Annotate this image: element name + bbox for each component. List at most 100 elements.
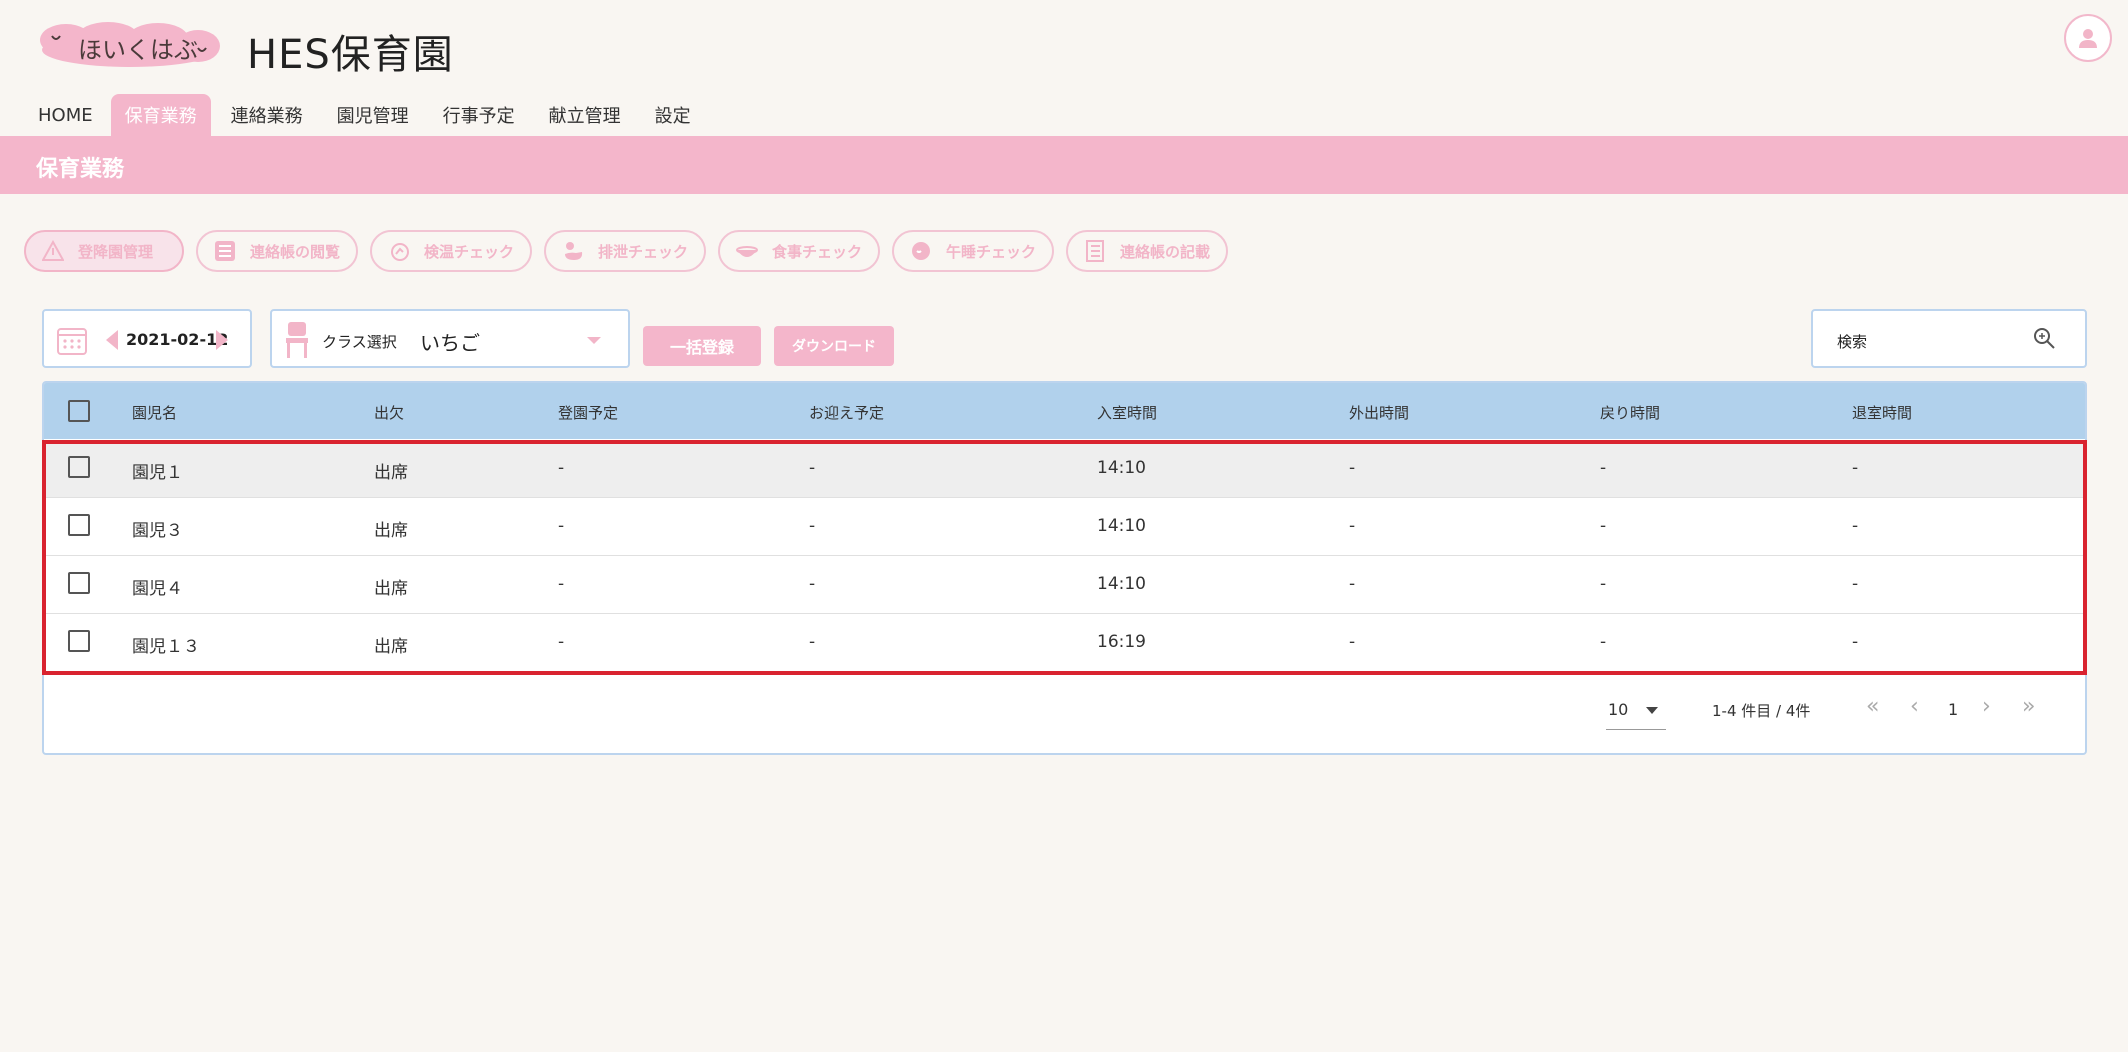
prev-date-button[interactable] (106, 330, 118, 350)
table-row[interactable]: 園児４ 出席 - - 14:10 - - - (44, 556, 2085, 614)
row-checkbox[interactable] (68, 630, 90, 652)
meal-check-button[interactable]: 食事チェック (718, 230, 880, 272)
bowl-icon (736, 246, 758, 257)
pickup-plan: - (809, 516, 816, 536)
row-checkbox[interactable] (68, 514, 90, 536)
entry-time: 16:19 (1097, 632, 1146, 652)
column-header[interactable]: 外出時間 (1349, 402, 1409, 423)
arrival-plan: - (558, 458, 565, 478)
date-picker[interactable]: 2021-02-12 (42, 309, 252, 368)
pickup-plan: - (809, 458, 816, 478)
notebook-icon (1086, 240, 1104, 262)
nav-communication[interactable]: 連絡業務 (217, 94, 317, 136)
back-time: - (1600, 516, 1607, 536)
attendance: 出席 (374, 579, 408, 599)
pickup-plan: - (809, 632, 816, 652)
column-header[interactable]: 登園予定 (558, 402, 618, 423)
nav-childcare[interactable]: 保育業務 (110, 94, 211, 136)
search-field[interactable]: 検索 (1811, 309, 2087, 368)
section-title: 保育業務 (36, 157, 125, 182)
column-header[interactable]: 退室時間 (1852, 402, 1912, 423)
back-time: - (1600, 632, 1607, 652)
section-header: 保育業務 (0, 136, 2128, 194)
nav-settings[interactable]: 設定 (641, 94, 705, 136)
table-row[interactable]: 園児１３ 出席 - - 16:19 - - - (44, 614, 2085, 672)
current-page: 1 (1948, 700, 1959, 719)
entry-time: 14:10 (1097, 516, 1146, 536)
attendance: 出席 (374, 463, 408, 483)
attendance-management-button[interactable]: 登降園管理 (24, 230, 184, 272)
search-icon[interactable] (2033, 327, 2057, 351)
pagination-range: 1-4 件目 / 4件 (1712, 702, 1811, 720)
exit-time: - (1852, 574, 1859, 594)
nav-child-management[interactable]: 園児管理 (323, 94, 423, 136)
out-time: - (1349, 632, 1356, 652)
toilet-check-button[interactable]: 排泄チェック (544, 230, 706, 272)
write-notebook-button[interactable]: 連絡帳の記載 (1066, 230, 1228, 272)
child-name: 園児３ (132, 521, 183, 541)
user-avatar-button[interactable] (2064, 14, 2112, 62)
list-icon (215, 241, 235, 261)
out-time: - (1349, 458, 1356, 478)
entry-time: 14:10 (1097, 574, 1146, 594)
table-row[interactable]: 園児１ 出席 - - 14:10 - - - (44, 440, 2085, 498)
child-name: 園児１ (132, 463, 183, 483)
table-row[interactable]: 園児３ 出席 - - 14:10 - - - (44, 498, 2085, 556)
nap-check-button[interactable]: 午睡チェック (892, 230, 1054, 272)
chevron-down-icon[interactable] (587, 337, 601, 344)
app-logo[interactable]: ほいくはぶ (38, 22, 222, 68)
view-notebook-button[interactable]: 連絡帳の閲覧 (196, 230, 358, 272)
back-time: - (1600, 458, 1607, 478)
class-select-label: クラス選択 (322, 333, 397, 351)
bulk-register-button[interactable]: 一括登録 (643, 326, 761, 366)
row-checkbox[interactable] (68, 572, 90, 594)
table-header: 園児名 出欠 登園予定 お迎え予定 入室時間 外出時間 戻り時間 退室時間 (44, 383, 2085, 439)
temperature-check-button[interactable]: 検温チェック (370, 230, 532, 272)
page-title: HES保育園 (247, 32, 454, 78)
nav-events[interactable]: 行事予定 (429, 94, 529, 136)
prev-page-icon[interactable]: ‹ (1910, 694, 1919, 719)
nav-home[interactable]: HOME (24, 94, 107, 136)
next-date-button[interactable] (216, 330, 228, 350)
rows-per-page-select[interactable]: 10 (1606, 698, 1666, 730)
function-bar: 登降園管理 連絡帳の閲覧 検温チェック 排泄チェック 食事チェック 午睡チェック… (24, 230, 1240, 272)
user-icon (2079, 29, 2097, 48)
select-all-checkbox[interactable] (68, 400, 90, 422)
nav-menu-management[interactable]: 献立管理 (535, 94, 635, 136)
out-time: - (1349, 516, 1356, 536)
column-header[interactable]: 戻り時間 (1600, 402, 1660, 423)
function-label: 排泄チェック (598, 242, 689, 261)
row-checkbox[interactable] (68, 456, 90, 478)
function-label: 登降園管理 (78, 242, 154, 261)
chevron-down-icon (1646, 707, 1658, 714)
attendance: 出席 (374, 521, 408, 541)
sleep-icon (912, 242, 930, 260)
attendance: 出席 (374, 637, 408, 657)
column-header[interactable]: 園児名 (132, 402, 177, 423)
column-header[interactable]: お迎え予定 (809, 402, 884, 423)
thermometer-icon (391, 243, 409, 261)
function-label: 食事チェック (772, 242, 863, 261)
class-select-value: いちご (420, 331, 480, 355)
last-page-icon[interactable]: » (2022, 694, 2035, 719)
function-label: 検温チェック (424, 242, 515, 261)
column-header[interactable]: 出欠 (374, 402, 404, 423)
function-label: 連絡帳の閲覧 (250, 242, 341, 261)
entry-time: 14:10 (1097, 458, 1146, 478)
out-time: - (1349, 574, 1356, 594)
calendar-icon[interactable] (56, 324, 88, 356)
search-input[interactable]: 検索 (1837, 331, 1867, 352)
next-page-icon[interactable]: › (1982, 694, 1991, 719)
class-select[interactable]: クラス選択 いちご (270, 309, 630, 368)
rows-per-page-value: 10 (1608, 700, 1629, 719)
pickup-plan: - (809, 574, 816, 594)
warning-icon (42, 240, 64, 261)
children-table: 園児名 出欠 登園予定 お迎え予定 入室時間 外出時間 戻り時間 退室時間 園児… (42, 381, 2087, 755)
back-time: - (1600, 574, 1607, 594)
exit-time: - (1852, 516, 1859, 536)
main-nav: HOME 保育業務 連絡業務 園児管理 行事予定 献立管理 設定 (24, 94, 705, 136)
first-page-icon[interactable]: « (1866, 694, 1879, 719)
child-name: 園児１３ (132, 637, 200, 657)
column-header[interactable]: 入室時間 (1097, 402, 1157, 423)
download-button[interactable]: ダウンロード (774, 326, 894, 366)
